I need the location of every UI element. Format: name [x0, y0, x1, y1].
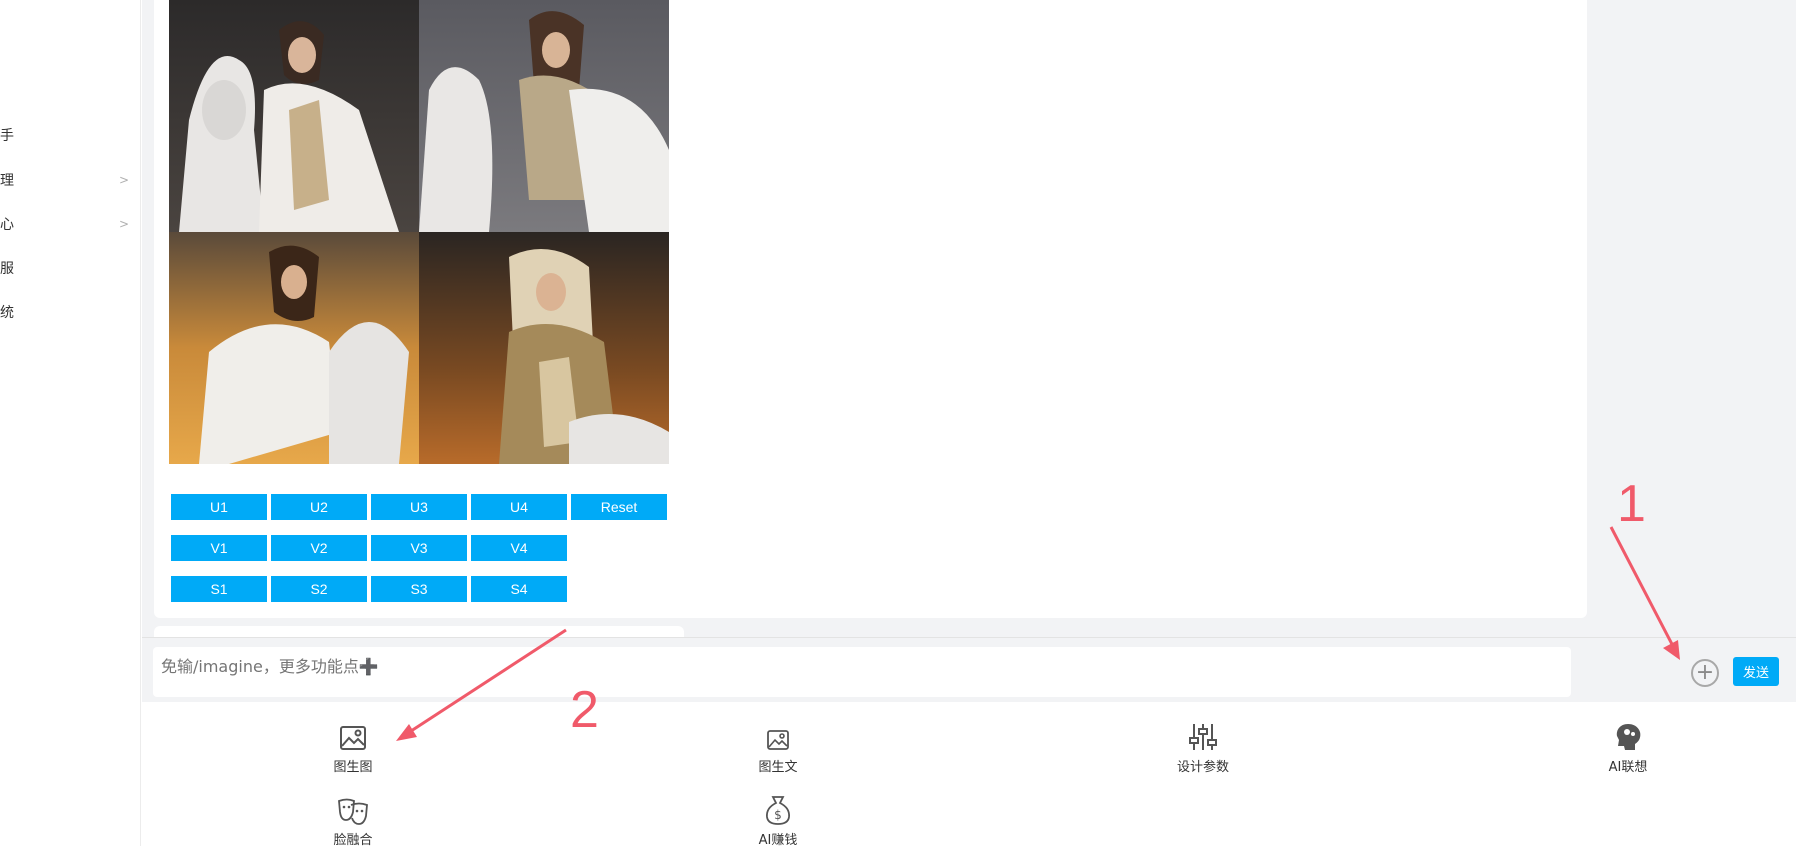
image-small-icon	[718, 718, 838, 752]
s1-button[interactable]: S1	[171, 576, 267, 602]
tool-ai-earn[interactable]: $ AI赚钱	[718, 791, 838, 846]
svg-text:$: $	[774, 808, 782, 822]
v4-button[interactable]: V4	[471, 535, 567, 561]
sidebar-item-label: 客服	[0, 261, 14, 277]
u2-button[interactable]: U2	[271, 494, 367, 520]
annotation-number-1: 1	[1617, 475, 1646, 533]
theater-masks-icon	[293, 791, 413, 825]
sidebar-item-label: 处理	[0, 173, 14, 189]
sidebar-item-qa[interactable]: 答	[0, 32, 141, 62]
tool-ai-association[interactable]: AI联想	[1568, 718, 1688, 775]
chevron-right-icon: >	[118, 217, 129, 231]
result-image-3[interactable]	[169, 232, 419, 464]
reset-button[interactable]: Reset	[571, 494, 667, 520]
v1-button[interactable]: V1	[171, 535, 267, 561]
image-icon	[293, 718, 413, 752]
result-image-1[interactable]	[169, 0, 419, 232]
u1-button[interactable]: U1	[171, 494, 267, 520]
sidebar-item-processing[interactable]: 处理 >	[0, 165, 141, 195]
plus-circle-icon[interactable]: +	[1691, 659, 1719, 687]
sidebar-item-draw[interactable]: 图	[0, 76, 141, 106]
chevron-right-icon: >	[118, 173, 129, 187]
tool-label: AI赚钱	[758, 833, 798, 846]
tool-label: AI联想	[1608, 760, 1648, 775]
sidebar-item-label: 系统	[0, 305, 14, 321]
tool-label: 图生文	[758, 760, 798, 775]
v2-button[interactable]: V2	[271, 535, 367, 561]
result-image-4[interactable]	[419, 232, 669, 464]
tool-label: 图生图	[333, 760, 373, 775]
v3-button[interactable]: V3	[371, 535, 467, 561]
money-bag-icon: $	[718, 791, 838, 825]
result-image-2[interactable]	[419, 0, 669, 232]
s2-button[interactable]: S2	[271, 576, 367, 602]
tool-image-to-text[interactable]: 图生文	[718, 718, 838, 775]
sidebar-item-service[interactable]: 客服	[0, 253, 141, 283]
sidebar: 答 图 助手 处理 > 中心 > 客服 系统	[0, 0, 141, 846]
tool-image-to-image[interactable]: 图生图	[293, 718, 413, 775]
sidebar-item-system[interactable]: 系统	[0, 297, 141, 327]
tool-face-fusion[interactable]: 脸融合	[293, 791, 413, 846]
send-button[interactable]: 发送	[1733, 657, 1779, 686]
annotation-number-2: 2	[570, 681, 599, 739]
sidebar-item-label: 中心	[0, 217, 14, 233]
sliders-icon	[1143, 718, 1263, 752]
prompt-input[interactable]	[153, 651, 1571, 681]
s4-button[interactable]: S4	[471, 576, 567, 602]
tool-label: 脸融合	[333, 833, 373, 846]
u4-button[interactable]: U4	[471, 494, 567, 520]
prompt-input-container	[153, 647, 1571, 697]
brain-head-icon	[1568, 718, 1688, 752]
tool-label: 设计参数	[1176, 760, 1229, 775]
sidebar-item-assistant[interactable]: 助手	[0, 120, 141, 150]
s3-button[interactable]: S3	[371, 576, 467, 602]
sidebar-item-label: 助手	[0, 128, 14, 144]
tool-design-params[interactable]: 设计参数	[1143, 718, 1263, 775]
sidebar-item-center[interactable]: 中心 >	[0, 209, 141, 239]
u3-button[interactable]: U3	[371, 494, 467, 520]
